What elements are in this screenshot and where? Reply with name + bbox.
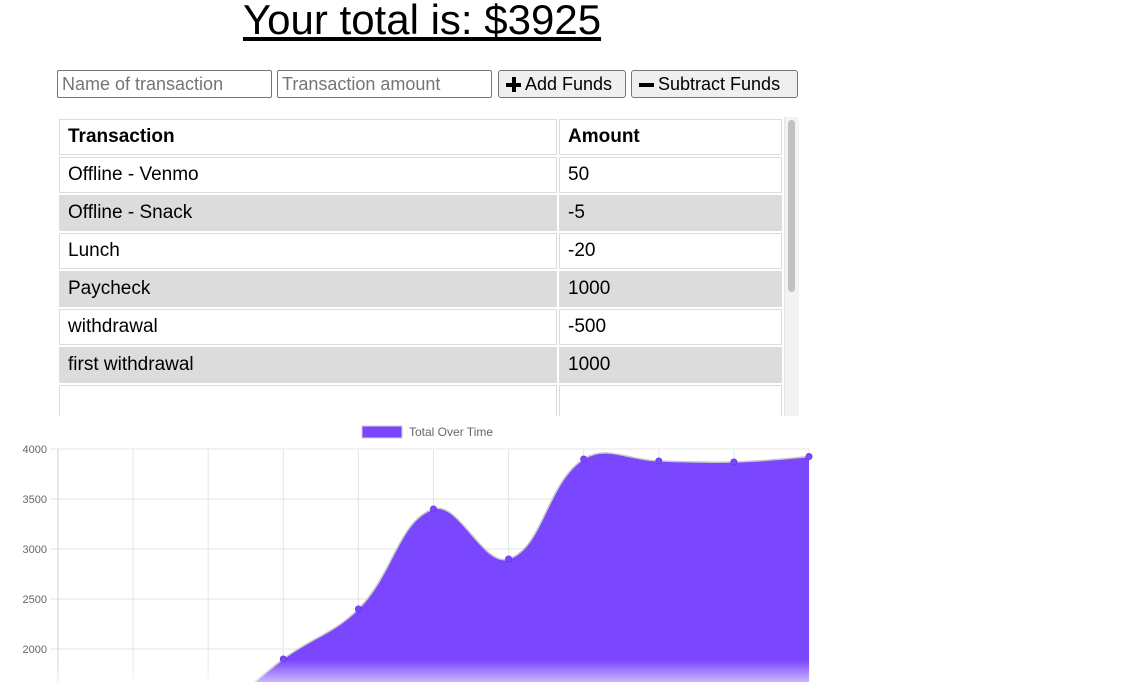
table-row: Paycheck 1000	[59, 271, 782, 307]
transaction-amount-cell: -5	[559, 195, 782, 231]
data-point[interactable]	[505, 555, 513, 563]
transaction-name-cell: first withdrawal	[59, 347, 557, 383]
data-point[interactable]	[730, 458, 738, 466]
data-point[interactable]	[279, 655, 287, 663]
transaction-amount-cell: 1000	[559, 271, 782, 307]
subtract-funds-button[interactable]: Subtract Funds	[631, 70, 798, 98]
transaction-amount-cell	[559, 385, 782, 416]
table-row: Offline - Venmo 50	[59, 157, 782, 193]
y-axis-ticks: 4000 3500 3000 2500 2000	[23, 444, 47, 656]
subtract-funds-label: Subtract Funds	[658, 73, 781, 94]
legend-swatch	[361, 425, 403, 439]
y-tick-label: 2500	[23, 594, 47, 606]
table-row	[59, 385, 782, 416]
y-tick-label: 2000	[23, 644, 47, 656]
legend-label: Total Over Time	[409, 425, 493, 439]
data-point[interactable]	[580, 455, 588, 463]
transaction-name-cell: Lunch	[59, 233, 557, 269]
transaction-name-cell: Paycheck	[59, 271, 557, 307]
transaction-name-cell: withdrawal	[59, 309, 557, 345]
column-header-transaction: Transaction	[59, 119, 557, 155]
transactions-table: Transaction Amount Offline - Venmo 50 Of…	[57, 117, 784, 416]
transaction-amount-cell: -500	[559, 309, 782, 345]
table-row: Offline - Snack -5	[59, 195, 782, 231]
table-row: Lunch -20	[59, 233, 782, 269]
transaction-amount-cell: 50	[559, 157, 782, 193]
data-point[interactable]	[805, 453, 813, 460]
area-fill	[254, 452, 809, 682]
transaction-amount-cell: -20	[559, 233, 782, 269]
add-funds-label: Add Funds	[525, 73, 613, 94]
data-point[interactable]	[354, 605, 362, 613]
data-point[interactable]	[430, 505, 437, 513]
scrollbar-thumb[interactable]	[788, 120, 795, 292]
transaction-amount-input[interactable]	[277, 70, 492, 98]
transactions-table-container[interactable]: Transaction Amount Offline - Venmo 50 Of…	[57, 117, 799, 416]
transaction-name-cell: Offline - Venmo	[59, 157, 557, 193]
chart-legend: Total Over Time	[361, 425, 493, 439]
chart-series-area	[253, 452, 810, 682]
transaction-name-input[interactable]	[57, 70, 272, 98]
table-row: first withdrawal 1000	[59, 347, 782, 383]
total-heading: Your total is: $3925	[243, 0, 602, 43]
data-point[interactable]	[655, 457, 663, 465]
table-scrollbar[interactable]	[784, 117, 799, 416]
table-row: withdrawal -500	[59, 309, 782, 345]
y-tick-label: 3500	[23, 494, 47, 506]
column-header-amount: Amount	[559, 119, 782, 155]
transaction-amount-cell: 1000	[559, 347, 782, 383]
total-over-time-chart: 4000 3500 3000 2500 2000 Total Over Time	[23, 425, 813, 682]
y-tick-label: 4000	[23, 444, 47, 456]
plus-icon	[506, 76, 521, 92]
add-funds-button[interactable]: Add Funds	[498, 70, 626, 98]
transaction-name-cell	[59, 385, 557, 416]
minus-icon	[639, 77, 654, 92]
table-header-row: Transaction Amount	[59, 119, 782, 155]
y-tick-label: 3000	[23, 544, 47, 556]
transaction-name-cell: Offline - Snack	[59, 195, 557, 231]
